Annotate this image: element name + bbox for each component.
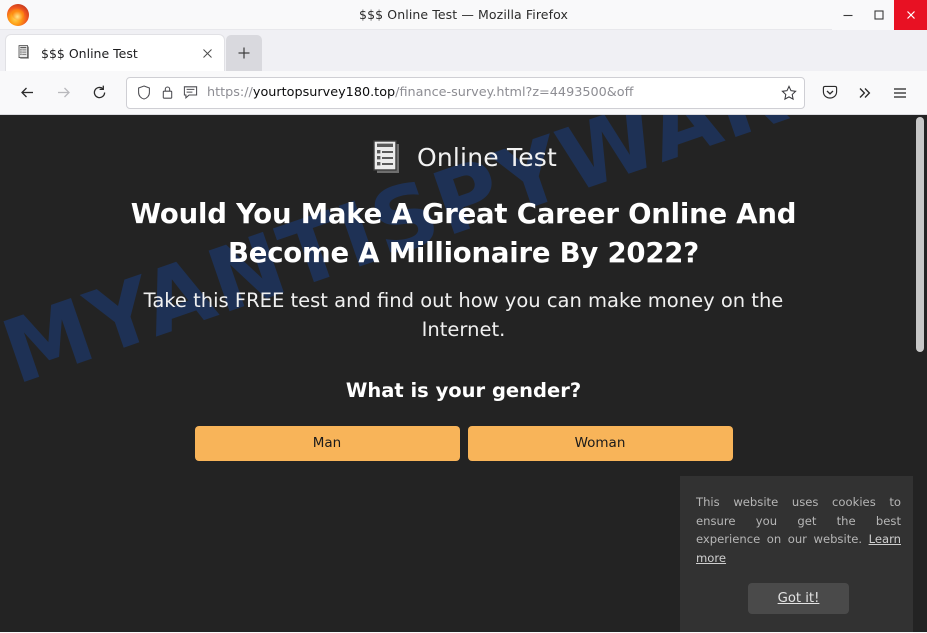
reader-view-icon[interactable] bbox=[182, 85, 198, 101]
url-bar[interactable]: https://yourtopsurvey180.top/finance-sur… bbox=[126, 76, 805, 109]
bookmark-star-icon[interactable] bbox=[780, 84, 798, 101]
cookie-consent-banner: This website uses cookies to ensure you … bbox=[680, 475, 917, 632]
answer-button-man[interactable]: Man bbox=[194, 425, 460, 461]
arrow-left-icon bbox=[20, 87, 33, 98]
url-text[interactable]: https://yourtopsurvey180.top/finance-sur… bbox=[207, 85, 773, 100]
survey-answers: Man Woman bbox=[0, 425, 927, 461]
url-protocol: https:// bbox=[207, 85, 253, 100]
window-controls bbox=[832, 0, 927, 30]
tab-close-icon[interactable] bbox=[198, 44, 216, 62]
window-title: $$$ Online Test — Mozilla Firefox bbox=[359, 7, 568, 22]
survey-page: Online Test Would You Make A Great Caree… bbox=[0, 115, 927, 461]
hamburger-menu-icon bbox=[894, 87, 906, 98]
toolbar-right-actions bbox=[813, 77, 917, 109]
cookie-accept-button[interactable]: Got it! bbox=[747, 583, 850, 614]
minimize-button[interactable] bbox=[832, 0, 863, 30]
arrow-right-icon bbox=[57, 87, 70, 98]
maximize-button[interactable] bbox=[863, 0, 894, 30]
page-scrollbar[interactable] bbox=[913, 115, 927, 632]
site-brand-name: Online Test bbox=[416, 142, 558, 172]
browser-tab[interactable]: $$$ Online Test bbox=[6, 35, 224, 71]
page-subheadline: Take this FREE test and find out how you… bbox=[143, 289, 784, 341]
site-brand: Online Test bbox=[0, 139, 927, 175]
tab-title: $$$ Online Test bbox=[41, 45, 138, 61]
page-headline: Would You Make A Great Career Online And… bbox=[130, 198, 797, 270]
back-button[interactable] bbox=[10, 77, 44, 109]
forward-button[interactable] bbox=[46, 77, 80, 109]
pocket-button[interactable] bbox=[813, 77, 847, 109]
navigation-toolbar: https://yourtopsurvey180.top/finance-sur… bbox=[0, 71, 927, 115]
plus-icon bbox=[238, 47, 250, 59]
page-viewport: MYANTISPYWARE.COM Online Test Would You … bbox=[0, 115, 927, 632]
close-button[interactable] bbox=[894, 0, 927, 30]
url-host: yourtopsurvey180.top bbox=[252, 85, 396, 100]
survey-question: What is your gender? bbox=[345, 378, 582, 402]
document-checklist-icon bbox=[18, 45, 29, 59]
reload-button[interactable] bbox=[82, 77, 116, 109]
cookie-message: This website uses cookies to ensure you … bbox=[696, 493, 901, 568]
reload-icon bbox=[93, 85, 105, 99]
pocket-icon bbox=[822, 85, 838, 99]
lock-icon[interactable] bbox=[159, 85, 175, 101]
app-menu-button[interactable] bbox=[883, 77, 917, 109]
document-checklist-icon bbox=[373, 140, 399, 173]
shield-icon[interactable] bbox=[136, 85, 152, 101]
browser-window: $$$ Online Test — Mozilla Firefox $$$ On… bbox=[0, 0, 927, 633]
url-path: /finance-survey.html?z=4493500&off bbox=[395, 85, 634, 100]
cookie-action-row: Got it! bbox=[696, 583, 901, 614]
firefox-logo-icon bbox=[7, 4, 29, 26]
overflow-menu-button[interactable] bbox=[848, 77, 882, 109]
answer-button-woman[interactable]: Woman bbox=[467, 425, 733, 461]
scrollbar-thumb[interactable] bbox=[916, 117, 924, 352]
tab-strip: $$$ Online Test bbox=[0, 30, 927, 71]
new-tab-button[interactable] bbox=[226, 35, 262, 71]
chevron-double-right-icon bbox=[859, 87, 871, 98]
title-bar: $$$ Online Test — Mozilla Firefox bbox=[0, 0, 927, 30]
